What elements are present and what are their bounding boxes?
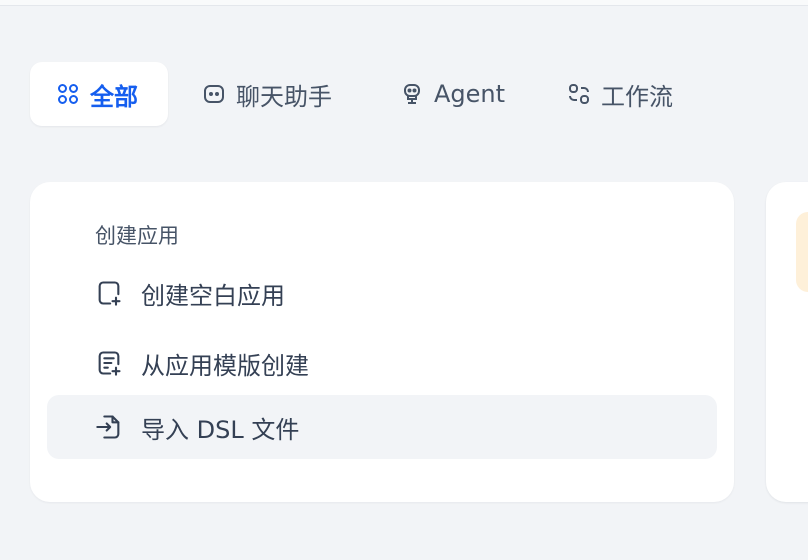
app-icon-badge bbox=[796, 212, 808, 292]
tab-label: 工作流 bbox=[601, 82, 673, 111]
tab-agent[interactable]: Agent bbox=[400, 62, 505, 126]
tab-label: 全部 bbox=[90, 82, 138, 111]
grid-icon bbox=[58, 84, 78, 104]
robot-icon bbox=[404, 84, 420, 104]
create-from-template-item[interactable]: 从应用模版创建 bbox=[47, 331, 717, 395]
tab-label: Agent bbox=[434, 80, 506, 108]
tab-chat-assistant[interactable]: 聊天助手 bbox=[202, 62, 332, 126]
import-dsl-item[interactable]: 导入 DSL 文件 bbox=[47, 395, 717, 459]
tab-label: 聊天助手 bbox=[236, 82, 332, 111]
section-title: 创建应用 bbox=[95, 224, 179, 248]
item-label: 导入 DSL 文件 bbox=[141, 415, 300, 444]
chat-bubble-icon bbox=[204, 85, 224, 103]
item-label: 创建空白应用 bbox=[141, 281, 285, 310]
item-label: 从应用模版创建 bbox=[141, 351, 309, 380]
create-blank-app-item[interactable]: 创建空白应用 bbox=[47, 261, 717, 325]
tab-workflow[interactable]: 工作流 bbox=[567, 62, 673, 126]
workflow-icon bbox=[569, 84, 589, 104]
file-plus-icon bbox=[98, 281, 121, 306]
template-file-icon bbox=[98, 351, 121, 376]
import-file-icon bbox=[96, 415, 120, 439]
create-app-card: 创建应用 创建空白应用 从应用模版创建 导入 DSL 文件 bbox=[30, 182, 734, 502]
tab-all[interactable]: 全部 bbox=[30, 62, 168, 126]
app-card[interactable] bbox=[766, 182, 808, 502]
top-bar bbox=[0, 0, 808, 6]
